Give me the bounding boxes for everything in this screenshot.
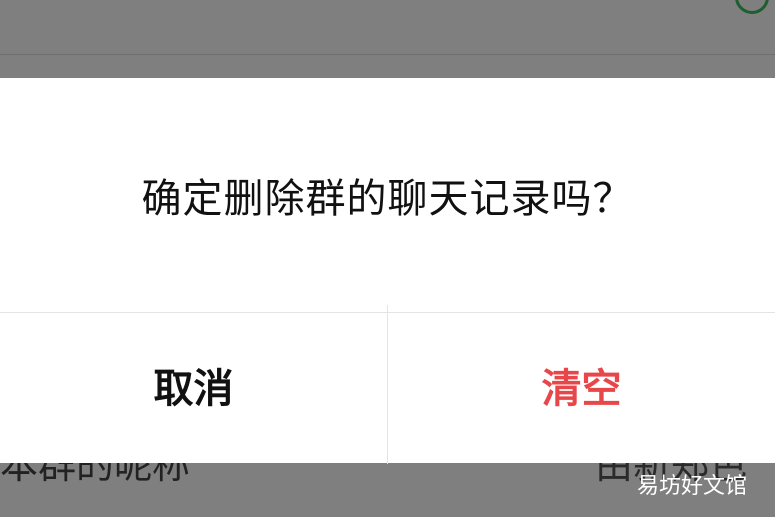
background-status-icon <box>735 0 769 14</box>
dialog-message: 确定删除群的聊天记录吗？ <box>141 176 634 222</box>
cancel-button[interactable]: 取消 <box>0 305 388 464</box>
confirm-dialog: 确定删除群的聊天记录吗？ 取消 清空 <box>0 78 775 464</box>
background-top-row <box>0 0 775 55</box>
clear-button[interactable]: 清空 <box>388 305 775 464</box>
screen: 本群的昵称 由新郑色 确定删除群的聊天记录吗？ 取消 清空 易坊好文馆 <box>0 0 775 517</box>
watermark: 易坊好文馆 <box>636 474 747 499</box>
dialog-actions: 取消 清空 <box>0 305 775 464</box>
